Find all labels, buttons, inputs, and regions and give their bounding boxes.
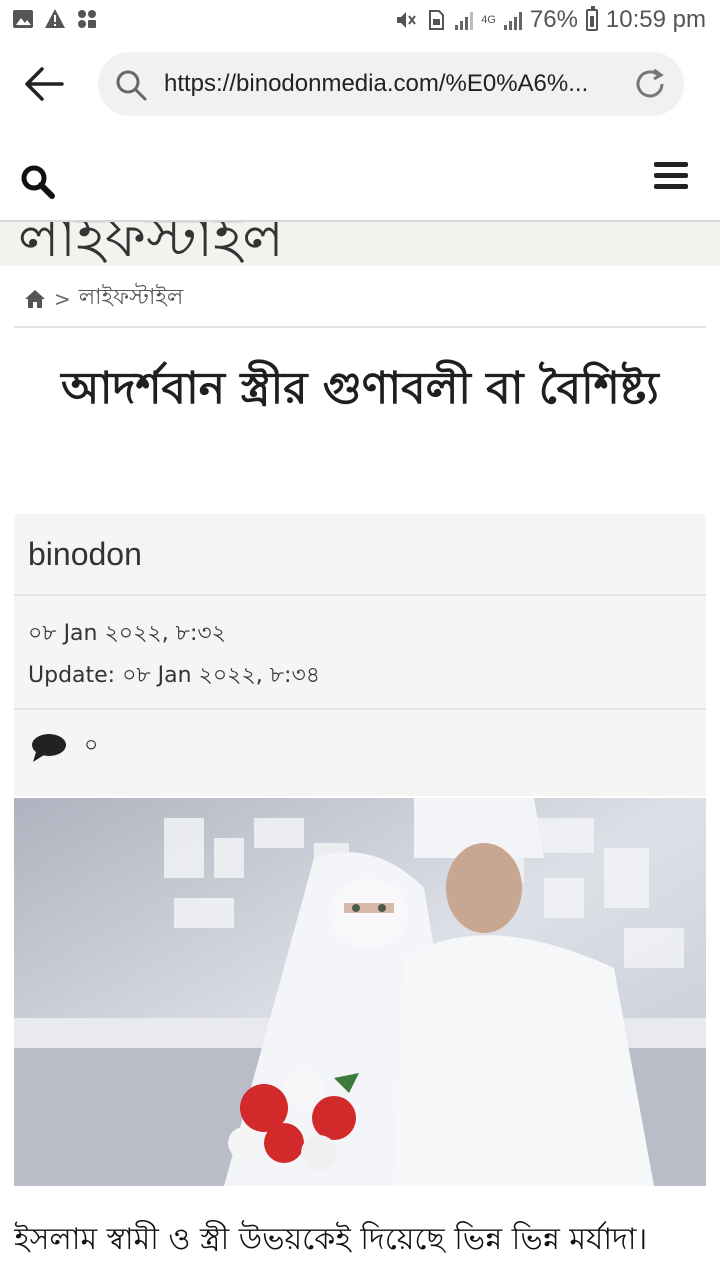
article-meta: binodon ০৮ Jan ২০২২, ৮:৩২ Update: ০৮ Jan… bbox=[14, 514, 706, 796]
breadcrumb-link-category[interactable]: লাইফস্টাইল bbox=[79, 280, 183, 317]
apps-icon bbox=[78, 10, 96, 28]
wedding-photo bbox=[14, 798, 706, 1186]
update-date: Update: ০৮ Jan ২০২২, ৮:৩৪ bbox=[28, 663, 321, 688]
article-body: ইসলাম স্বামী ও স্ত্রী উভয়কেই দিয়েছে ভি… bbox=[14, 1222, 648, 1257]
publish-date: ০৮ Jan ২০২২, ৮:৩২ bbox=[28, 621, 226, 646]
author-name[interactable]: binodon bbox=[28, 536, 142, 573]
back-arrow-icon[interactable] bbox=[22, 64, 66, 104]
site-header bbox=[0, 140, 720, 222]
search-icon[interactable] bbox=[20, 164, 56, 200]
battery-percent: 76% bbox=[529, 6, 578, 33]
comments-row[interactable]: ০ bbox=[14, 710, 706, 796]
signal-icon bbox=[455, 10, 474, 30]
divider bbox=[14, 326, 706, 328]
status-bar: 4G 76% 10:59 pm bbox=[0, 0, 720, 40]
mute-icon bbox=[397, 12, 416, 28]
browser-toolbar: https://binodonmedia.com/%E0%A6%... bbox=[0, 48, 720, 120]
url-text[interactable]: https://binodonmedia.com/%E0%A6%... bbox=[164, 70, 624, 98]
sim-icon bbox=[429, 10, 445, 30]
image-icon bbox=[13, 10, 33, 28]
category-banner-title: লাইফস্টাইল bbox=[18, 222, 284, 266]
search-icon bbox=[116, 70, 147, 101]
menu-icon[interactable] bbox=[654, 162, 688, 190]
warning-icon bbox=[45, 9, 65, 28]
dates-row: ০৮ Jan ২০২২, ৮:৩২ Update: ০৮ Jan ২০২২, ৮… bbox=[14, 596, 706, 710]
comment-count: ০ bbox=[84, 733, 99, 758]
author-row: binodon bbox=[14, 514, 706, 596]
reload-icon[interactable] bbox=[632, 66, 668, 102]
home-icon[interactable] bbox=[24, 289, 46, 309]
network-type: 4G bbox=[481, 14, 496, 26]
comment-icon[interactable] bbox=[30, 732, 68, 764]
address-bar[interactable]: https://binodonmedia.com/%E0%A6%... bbox=[98, 52, 684, 116]
category-banner: লাইফস্টাইল bbox=[0, 222, 720, 266]
breadcrumb-separator: > bbox=[54, 286, 71, 311]
signal-icon-2 bbox=[503, 10, 522, 30]
clock: 10:59 pm bbox=[605, 6, 706, 33]
breadcrumb: > লাইফস্টাইল bbox=[24, 280, 183, 317]
battery-icon bbox=[585, 6, 598, 31]
article-image bbox=[14, 798, 706, 1186]
article-title: আদর্শবান স্ত্রীর গুণাবলী বা বৈশিষ্ট্য bbox=[61, 363, 659, 414]
